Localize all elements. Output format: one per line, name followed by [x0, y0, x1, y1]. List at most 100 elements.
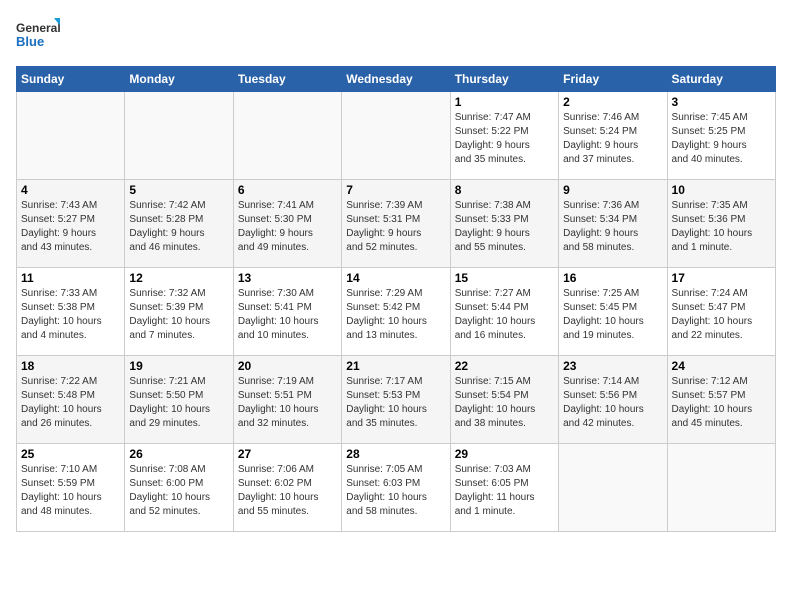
day-info: Sunrise: 7:39 AM Sunset: 5:31 PM Dayligh… [346, 199, 445, 255]
calendar-day: 5 Sunrise: 7:42 AM Sunset: 5:28 PM Daylig… [125, 180, 233, 268]
calendar-body: 1Sunrise: 7:47 AM Sunset: 5:22 PM Daylig… [17, 92, 776, 532]
day-number: 18 [21, 359, 120, 373]
calendar-day: 17 Sunrise: 7:24 AM Sunset: 5:47 PM Dayli… [667, 268, 775, 356]
calendar-day: 26Sunrise: 7:08 AM Sunset: 6:00 PM Dayli… [125, 444, 233, 532]
day-number: 9 [563, 183, 662, 197]
day-info: Sunrise: 7:47 AM Sunset: 5:22 PM Dayligh… [455, 111, 554, 167]
weekday-header: Monday [125, 67, 233, 92]
day-info: Sunrise: 7:05 AM Sunset: 6:03 PM Dayligh… [346, 463, 445, 519]
day-info: Sunrise: 7:19 AM Sunset: 5:51 PM Dayligh… [238, 375, 337, 431]
day-info: Sunrise: 7:33 AM Sunset: 5:38 PM Dayligh… [21, 287, 120, 343]
day-number: 24 [672, 359, 771, 373]
day-number: 20 [238, 359, 337, 373]
calendar-day: 27 Sunrise: 7:06 AM Sunset: 6:02 PM Dayli… [233, 444, 341, 532]
weekday-header: Wednesday [342, 67, 450, 92]
calendar-day: 11 Sunrise: 7:33 AM Sunset: 5:38 PM Dayli… [17, 268, 125, 356]
calendar-day: 13 Sunrise: 7:30 AM Sunset: 5:41 PM Dayli… [233, 268, 341, 356]
calendar-day: 8 Sunrise: 7:38 AM Sunset: 5:33 PM Daylig… [450, 180, 558, 268]
calendar-day [342, 92, 450, 180]
logo-icon: General Blue [16, 16, 60, 56]
calendar-day: 25Sunrise: 7:10 AM Sunset: 5:59 PM Dayli… [17, 444, 125, 532]
weekday-header: Tuesday [233, 67, 341, 92]
day-info: Sunrise: 7:10 AM Sunset: 5:59 PM Dayligh… [21, 463, 120, 519]
day-number: 4 [21, 183, 120, 197]
calendar-header: SundayMondayTuesdayWednesdayThursdayFrid… [17, 67, 776, 92]
day-info: Sunrise: 7:35 AM Sunset: 5:36 PM Dayligh… [672, 199, 771, 255]
day-number: 27 [238, 447, 337, 461]
day-number: 28 [346, 447, 445, 461]
day-number: 14 [346, 271, 445, 285]
calendar-day: 7 Sunrise: 7:39 AM Sunset: 5:31 PM Daylig… [342, 180, 450, 268]
day-info: Sunrise: 7:21 AM Sunset: 5:50 PM Dayligh… [129, 375, 228, 431]
calendar-day [559, 444, 667, 532]
day-info: Sunrise: 7:46 AM Sunset: 5:24 PM Dayligh… [563, 111, 662, 167]
calendar-day [17, 92, 125, 180]
logo: General Blue [16, 16, 60, 56]
day-info: Sunrise: 7:43 AM Sunset: 5:27 PM Dayligh… [21, 199, 120, 255]
day-info: Sunrise: 7:22 AM Sunset: 5:48 PM Dayligh… [21, 375, 120, 431]
day-number: 15 [455, 271, 554, 285]
svg-text:Blue: Blue [16, 34, 44, 49]
calendar-day: 22 Sunrise: 7:15 AM Sunset: 5:54 PM Dayli… [450, 356, 558, 444]
calendar-week: 25Sunrise: 7:10 AM Sunset: 5:59 PM Dayli… [17, 444, 776, 532]
day-number: 12 [129, 271, 228, 285]
day-info: Sunrise: 7:08 AM Sunset: 6:00 PM Dayligh… [129, 463, 228, 519]
header-row: SundayMondayTuesdayWednesdayThursdayFrid… [17, 67, 776, 92]
day-info: Sunrise: 7:15 AM Sunset: 5:54 PM Dayligh… [455, 375, 554, 431]
day-info: Sunrise: 7:24 AM Sunset: 5:47 PM Dayligh… [672, 287, 771, 343]
calendar-day: 14Sunrise: 7:29 AM Sunset: 5:42 PM Dayli… [342, 268, 450, 356]
calendar-day: 9Sunrise: 7:36 AM Sunset: 5:34 PM Daylig… [559, 180, 667, 268]
calendar-day: 28 Sunrise: 7:05 AM Sunset: 6:03 PM Dayli… [342, 444, 450, 532]
weekday-header: Friday [559, 67, 667, 92]
calendar-day: 20 Sunrise: 7:19 AM Sunset: 5:51 PM Dayli… [233, 356, 341, 444]
day-info: Sunrise: 7:42 AM Sunset: 5:28 PM Dayligh… [129, 199, 228, 255]
day-number: 2 [563, 95, 662, 109]
calendar-day [125, 92, 233, 180]
calendar-day: 6 Sunrise: 7:41 AM Sunset: 5:30 PM Daylig… [233, 180, 341, 268]
calendar-day: 12 Sunrise: 7:32 AM Sunset: 5:39 PM Dayli… [125, 268, 233, 356]
day-number: 17 [672, 271, 771, 285]
calendar-day: 16Sunrise: 7:25 AM Sunset: 5:45 PM Dayli… [559, 268, 667, 356]
weekday-header: Saturday [667, 67, 775, 92]
day-number: 19 [129, 359, 228, 373]
day-info: Sunrise: 7:32 AM Sunset: 5:39 PM Dayligh… [129, 287, 228, 343]
day-info: Sunrise: 7:06 AM Sunset: 6:02 PM Dayligh… [238, 463, 337, 519]
weekday-header: Thursday [450, 67, 558, 92]
day-info: Sunrise: 7:38 AM Sunset: 5:33 PM Dayligh… [455, 199, 554, 255]
day-number: 7 [346, 183, 445, 197]
day-number: 21 [346, 359, 445, 373]
day-info: Sunrise: 7:17 AM Sunset: 5:53 PM Dayligh… [346, 375, 445, 431]
day-info: Sunrise: 7:12 AM Sunset: 5:57 PM Dayligh… [672, 375, 771, 431]
calendar-week: 11 Sunrise: 7:33 AM Sunset: 5:38 PM Dayli… [17, 268, 776, 356]
day-number: 23 [563, 359, 662, 373]
calendar-day [233, 92, 341, 180]
calendar-day [667, 444, 775, 532]
day-info: Sunrise: 7:03 AM Sunset: 6:05 PM Dayligh… [455, 463, 554, 519]
calendar-week: 1Sunrise: 7:47 AM Sunset: 5:22 PM Daylig… [17, 92, 776, 180]
svg-text:General: General [16, 21, 60, 35]
calendar-day: 29 Sunrise: 7:03 AM Sunset: 6:05 PM Dayli… [450, 444, 558, 532]
calendar-day: 24 Sunrise: 7:12 AM Sunset: 5:57 PM Dayli… [667, 356, 775, 444]
day-info: Sunrise: 7:30 AM Sunset: 5:41 PM Dayligh… [238, 287, 337, 343]
calendar-day: 18 Sunrise: 7:22 AM Sunset: 5:48 PM Dayli… [17, 356, 125, 444]
calendar-day: 2 Sunrise: 7:46 AM Sunset: 5:24 PM Daylig… [559, 92, 667, 180]
day-number: 22 [455, 359, 554, 373]
day-number: 11 [21, 271, 120, 285]
calendar-table: SundayMondayTuesdayWednesdayThursdayFrid… [16, 66, 776, 532]
day-number: 16 [563, 271, 662, 285]
day-number: 5 [129, 183, 228, 197]
calendar-day: 1Sunrise: 7:47 AM Sunset: 5:22 PM Daylig… [450, 92, 558, 180]
day-info: Sunrise: 7:41 AM Sunset: 5:30 PM Dayligh… [238, 199, 337, 255]
day-number: 29 [455, 447, 554, 461]
calendar-day: 15 Sunrise: 7:27 AM Sunset: 5:44 PM Dayli… [450, 268, 558, 356]
day-number: 8 [455, 183, 554, 197]
day-number: 10 [672, 183, 771, 197]
day-number: 13 [238, 271, 337, 285]
calendar-day: 21 Sunrise: 7:17 AM Sunset: 5:53 PM Dayli… [342, 356, 450, 444]
calendar-week: 18 Sunrise: 7:22 AM Sunset: 5:48 PM Dayli… [17, 356, 776, 444]
day-info: Sunrise: 7:27 AM Sunset: 5:44 PM Dayligh… [455, 287, 554, 343]
day-number: 3 [672, 95, 771, 109]
calendar-day: 4 Sunrise: 7:43 AM Sunset: 5:27 PM Daylig… [17, 180, 125, 268]
day-number: 6 [238, 183, 337, 197]
calendar-day: 3Sunrise: 7:45 AM Sunset: 5:25 PM Daylig… [667, 92, 775, 180]
